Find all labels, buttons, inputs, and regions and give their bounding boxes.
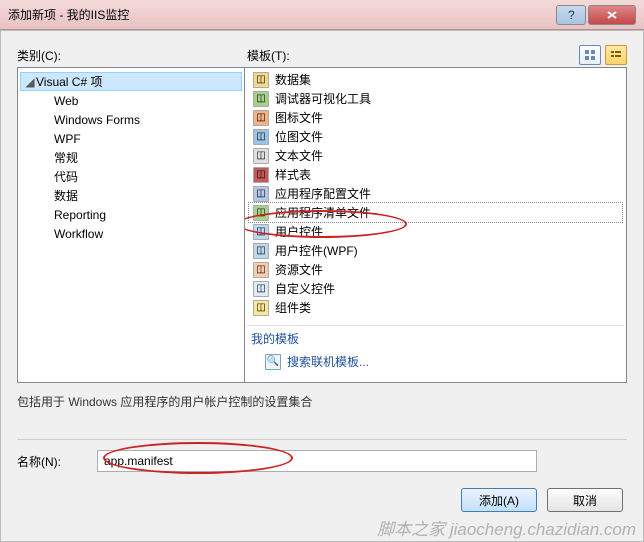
template-label: 图标文件 [275,109,323,126]
add-button[interactable]: 添加(A) [461,488,537,512]
tree-item-winforms[interactable]: Windows Forms [20,110,242,129]
name-label: 名称(N): [17,453,97,470]
dbg-icon: ◫ [253,91,269,107]
separator [17,439,627,440]
template-label: 位图文件 [275,128,323,145]
help-button[interactable]: ? [556,5,586,25]
uc-icon: ◫ [253,224,269,240]
template-item[interactable]: ◫ 自定义控件 [249,279,622,298]
categories-label: 类别(C): [17,47,247,64]
template-item[interactable]: ◫ 用户控件 [249,222,622,241]
window-title: 添加新项 - 我的IIS监控 [8,6,129,23]
tree-item-web[interactable]: Web [20,91,242,110]
txt-icon: ◫ [253,148,269,164]
svg-text:?: ? [568,10,575,20]
close-button[interactable] [588,5,636,25]
template-item[interactable]: ◫ 图标文件 [249,108,622,127]
bmp-icon: ◫ [253,129,269,145]
templates-label: 模板(T): [247,47,579,64]
tree-item-data[interactable]: 数据 [20,186,242,205]
templates-list[interactable]: ◫ 数据集 ◫ 调试器可视化工具 ◫ 图标文件 ◫ 位图文件 ◫ 文本文件 ◫ 样式表 ◫ 应用程序配置文… [245,67,627,383]
template-label: 调试器可视化工具 [275,90,371,107]
description-text: 包括用于 Windows 应用程序的用户帐户控制的设置集合 [17,393,627,425]
template-label: 组件类 [275,299,311,316]
template-label: 应用程序清单文件 [275,204,371,221]
template-item[interactable]: ◫ 组件类 [249,298,622,317]
tree-item-wpf[interactable]: WPF [20,129,242,148]
template-label: 应用程序配置文件 [275,185,371,202]
template-item[interactable]: ◫ 位图文件 [249,127,622,146]
my-templates-header: 我的模板 [247,325,624,349]
template-item[interactable]: ◫ 数据集 [249,70,622,89]
template-label: 自定义控件 [275,280,335,297]
custom-icon: ◫ [253,281,269,297]
manifest-icon: ◫ [253,205,269,221]
categories-tree[interactable]: ◢ Visual C# 项 Web Windows Forms WPF 常规 代… [17,67,245,383]
search-icon: 🔍 [265,354,281,370]
name-input[interactable] [97,450,537,472]
tree-item-code[interactable]: 代码 [20,167,242,186]
db-icon: ◫ [253,72,269,88]
tree-item-reporting[interactable]: Reporting [20,205,242,224]
view-list-button[interactable] [605,45,627,65]
chart-icon: ◫ [253,110,269,126]
asm-icon: ◫ [253,300,269,316]
search-online-templates[interactable]: 🔍 搜索联机模板... [245,351,626,376]
expand-arrow-icon: ◢ [24,75,36,89]
tree-root-visual-csharp[interactable]: ◢ Visual C# 项 [20,72,242,91]
cfg-icon: ◫ [253,186,269,202]
res-icon: ◫ [253,262,269,278]
tree-root-label: Visual C# 项 [36,73,102,90]
template-item[interactable]: ◫ 文本文件 [249,146,622,165]
template-item[interactable]: ◫ 用户控件(WPF) [249,241,622,260]
tree-item-workflow[interactable]: Workflow [20,224,242,243]
template-item[interactable]: ◫ 样式表 [249,165,622,184]
title-bar: 添加新项 - 我的IIS监控 ? [0,0,644,30]
template-label: 文本文件 [275,147,323,164]
css-icon: ◫ [253,167,269,183]
template-item[interactable]: ◫ 调试器可视化工具 [249,89,622,108]
cancel-button[interactable]: 取消 [547,488,623,512]
uc-icon: ◫ [253,243,269,259]
template-label: 用户控件 [275,223,323,240]
template-item[interactable]: ◫ 应用程序清单文件 [249,203,622,222]
template-label: 资源文件 [275,261,323,278]
template-item[interactable]: ◫ 资源文件 [249,260,622,279]
template-item[interactable]: ◫ 应用程序配置文件 [249,184,622,203]
template-label: 用户控件(WPF) [275,242,358,259]
template-label: 样式表 [275,166,311,183]
view-small-icons-button[interactable] [579,45,601,65]
template-label: 数据集 [275,71,311,88]
tree-item-general[interactable]: 常规 [20,148,242,167]
